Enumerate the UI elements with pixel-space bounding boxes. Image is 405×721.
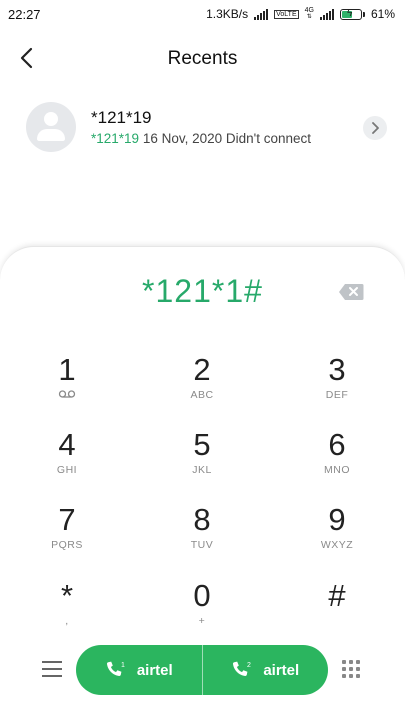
key-digit: 5 [193, 427, 211, 462]
key-star[interactable]: * , [12, 579, 122, 643]
key-digit: 2 [193, 352, 211, 387]
network-speed: 1.3KB/s [206, 7, 249, 21]
recent-sub-number: *121*19 [91, 131, 140, 146]
signal-icon [254, 8, 269, 20]
key-digit: 7 [58, 502, 76, 537]
dialpad-panel: *121*1# 1 2 ABC 3 DEF 4 GHI 5 JKL 6 MNO … [0, 246, 405, 721]
volte-icon: VoLTE [274, 9, 299, 19]
battery-percent: 61% [370, 7, 395, 21]
phone-sim2-icon: 2 [233, 661, 251, 677]
key-letters: PQRS [51, 539, 83, 551]
key-hash[interactable]: # [282, 579, 392, 643]
sim2-label: airtel [263, 661, 300, 679]
recent-sub-detail: 16 Nov, 2020 Didn't connect [142, 131, 312, 146]
status-bar: 22:27 1.3KB/s VoLTE 4G ⇅ ϟ 61% [0, 0, 405, 28]
chevron-right-icon [372, 122, 379, 134]
key-4[interactable]: 4 GHI [12, 428, 122, 492]
key-digit: 1 [58, 352, 76, 387]
menu-icon[interactable] [42, 661, 62, 677]
status-time: 22:27 [8, 6, 41, 22]
app-header: Recents [0, 38, 405, 82]
key-7[interactable]: 7 PQRS [12, 503, 122, 567]
battery-icon: ϟ [339, 8, 365, 20]
key-digit: 3 [328, 352, 346, 387]
network-type-label: 4G [304, 7, 314, 14]
backspace-icon [339, 284, 364, 300]
key-digit: 8 [193, 502, 211, 537]
key-6[interactable]: 6 MNO [282, 428, 392, 492]
key-letters: JKL [192, 464, 212, 476]
voicemail-icon [12, 389, 122, 403]
sim1-slot: 1 [121, 662, 125, 669]
key-2[interactable]: 2 ABC [147, 353, 257, 417]
recent-call-item[interactable]: *121*19 *121*19 16 Nov, 2020 Didn't conn… [0, 100, 405, 156]
key-1[interactable]: 1 [12, 353, 122, 417]
call-sim1-button[interactable]: 1 airtel [76, 645, 202, 695]
signal-icon-2 [319, 8, 334, 20]
key-letters: GHI [56, 464, 78, 476]
recent-details: *121*19 16 Nov, 2020 Didn't connect [91, 131, 311, 146]
key-3[interactable]: 3 DEF [282, 353, 392, 417]
network-type-icon: 4G ⇅ [304, 7, 314, 20]
backspace-button[interactable] [338, 283, 364, 301]
key-letters: ABC [190, 389, 214, 401]
key-letters: + [198, 615, 206, 627]
sim1-label: airtel [136, 661, 173, 679]
key-digit: # [328, 578, 346, 613]
call-sim2-button[interactable]: 2 airtel [201, 645, 329, 695]
sim2-slot: 2 [247, 662, 251, 669]
key-letters: MNO [324, 464, 350, 476]
key-digit: 6 [328, 427, 346, 462]
dialpad-toggle-icon[interactable] [342, 660, 360, 678]
key-letters: TUV [190, 539, 214, 551]
key-letters [282, 615, 392, 629]
key-9[interactable]: 9 WXYZ [282, 503, 392, 567]
key-digit: 9 [328, 502, 346, 537]
key-letters: , [65, 615, 69, 627]
status-icons: 1.3KB/s VoLTE 4G ⇅ ϟ 61% [206, 7, 395, 21]
avatar [26, 102, 76, 152]
key-5[interactable]: 5 JKL [147, 428, 257, 492]
key-8[interactable]: 8 TUV [147, 503, 257, 567]
key-digit: * [60, 578, 74, 613]
call-action-bar: 1 airtel 2 airtel [0, 645, 405, 697]
key-0[interactable]: 0 + [147, 579, 257, 643]
key-letters: WXYZ [320, 539, 354, 551]
recent-number: *121*19 [91, 108, 152, 127]
key-digit: 0 [193, 578, 211, 613]
call-buttons: 1 airtel 2 airtel [76, 645, 328, 695]
key-letters: DEF [325, 389, 349, 401]
phone-sim1-icon: 1 [106, 661, 125, 677]
page-title: Recents [167, 48, 238, 69]
contact-detail-button[interactable] [363, 116, 387, 140]
key-digit: 4 [58, 427, 76, 462]
